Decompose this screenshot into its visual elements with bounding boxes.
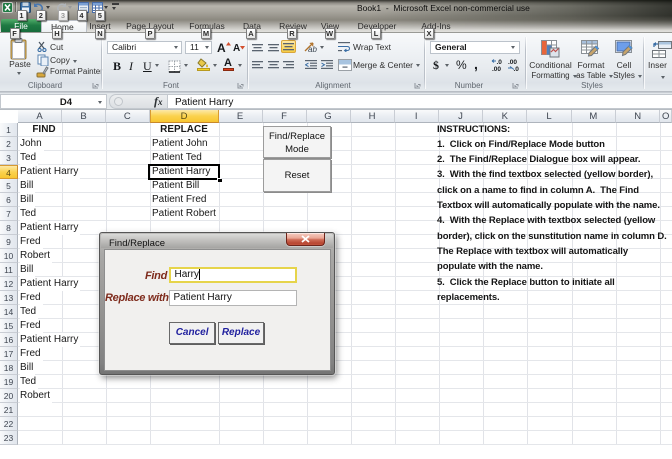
svg-text:ab: ab [308, 45, 317, 53]
svg-text:.00: .00 [492, 66, 501, 71]
svg-text:.0: .0 [497, 59, 503, 66]
